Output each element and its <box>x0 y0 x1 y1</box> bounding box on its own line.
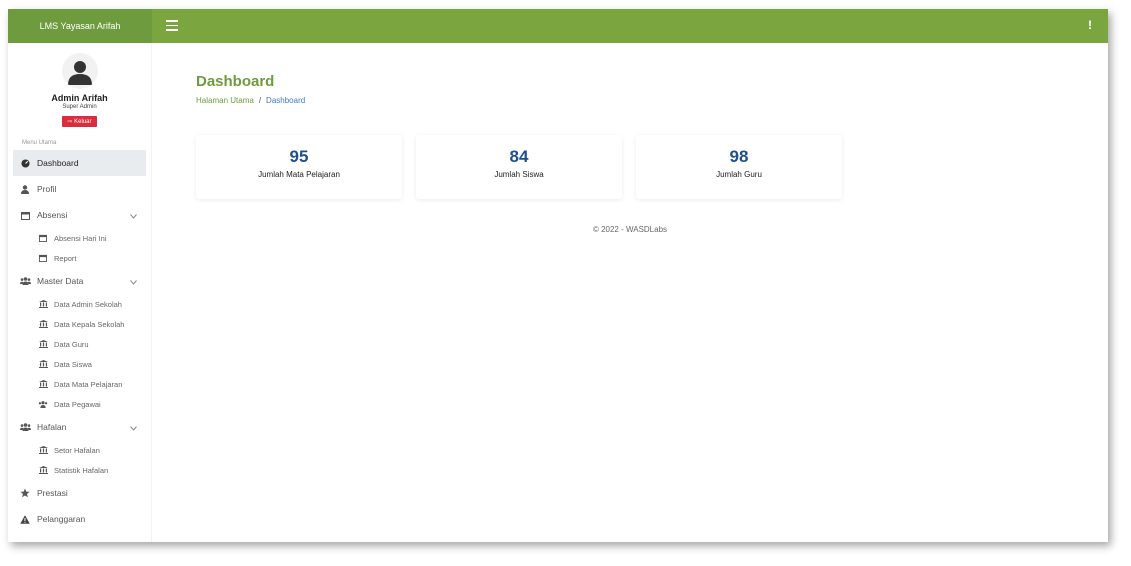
stat-card-guru: 98 Jumlah Guru <box>636 135 842 199</box>
sidebar-item-master-data[interactable]: Master Data <box>8 268 151 294</box>
institution-icon <box>38 380 48 388</box>
user-icon <box>67 61 92 85</box>
calendar-icon <box>38 234 48 242</box>
chevron-down-icon[interactable] <box>130 423 137 433</box>
sidebar-item-label: Absensi <box>37 210 68 220</box>
calendar-icon <box>38 254 48 262</box>
sidebar-subitem-data-guru[interactable]: Data Guru <box>8 334 151 354</box>
sidebar-subitem-setor-hafalan[interactable]: Setor Hafalan <box>8 440 151 460</box>
user-icon <box>19 184 31 194</box>
sidebar-item-pelanggaran[interactable]: Pelanggaran <box>8 506 151 532</box>
sidebar-subitem-label: Data Guru <box>54 339 89 349</box>
menu-header: Menu Utama <box>22 140 57 146</box>
institution-icon <box>38 446 48 454</box>
footer-copyright: © 2022 - WASDLabs <box>592 225 668 234</box>
sidebar-subitem-statistik-hafalan[interactable]: Statistik Hafalan <box>8 460 151 480</box>
stat-value: 84 <box>509 147 529 166</box>
sidebar-item-label: Hafalan <box>37 422 67 432</box>
chevron-down-icon[interactable] <box>130 277 137 287</box>
sidebar-item-label: Prestasi <box>37 488 68 498</box>
sidebar-item-hafalan[interactable]: Hafalan <box>8 414 151 440</box>
top-navbar: ! <box>152 9 1108 43</box>
brand-title[interactable]: LMS Yayasan Arifah <box>8 9 152 43</box>
sidebar-item-profil[interactable]: Profil <box>8 176 151 202</box>
sidebar-item-label: Profil <box>37 184 57 194</box>
avatar <box>61 53 98 89</box>
institution-icon <box>38 320 48 328</box>
institution-icon <box>38 466 48 474</box>
sidebar-subitem-data-mata-pelajaran[interactable]: Data Mata Pelajaran <box>8 374 151 394</box>
main-content: Dashboard Halaman Utama / Dashboard 95 J… <box>152 43 1108 542</box>
user-role: Super Admin <box>62 104 97 110</box>
sidebar-item-label: Master Data <box>37 276 84 286</box>
page-title: Dashboard <box>196 73 275 90</box>
warning-icon <box>19 514 31 524</box>
sidebar: Admin Arifah Super Admin ⇨ Keluar Menu U… <box>8 43 152 542</box>
stat-card-mata-pelajaran: 95 Jumlah Mata Pelajaran <box>196 135 402 199</box>
sidebar-subitem-report[interactable]: Report <box>8 248 151 268</box>
star-icon <box>19 488 31 498</box>
alert-icon[interactable]: ! <box>1088 18 1092 32</box>
users-icon <box>19 277 31 285</box>
sidebar-subitem-label: Report <box>54 253 77 263</box>
hamburger-menu-icon[interactable] <box>166 20 178 31</box>
app-window: LMS Yayasan Arifah ! Admin Arifah Super … <box>8 9 1108 542</box>
breadcrumb-current: Dashboard <box>266 96 306 105</box>
users-icon <box>38 400 48 408</box>
sidebar-item-label: Dashboard <box>37 158 79 168</box>
logout-label: Keluar <box>74 119 92 125</box>
breadcrumb-separator: / <box>258 96 262 105</box>
stat-value: 98 <box>729 147 749 166</box>
sidebar-subitem-label: Statistik Hafalan <box>54 465 109 475</box>
chevron-down-icon[interactable] <box>130 211 137 221</box>
sidebar-item-absensi[interactable]: Absensi <box>8 202 151 228</box>
stat-value: 95 <box>289 147 309 166</box>
sidebar-subitem-label: Data Kepala Sekolah <box>54 319 125 329</box>
sidebar-subitem-data-kepala-sekolah[interactable]: Data Kepala Sekolah <box>8 314 151 334</box>
user-panel: Admin Arifah Super Admin ⇨ Keluar <box>8 43 151 128</box>
sidebar-subitem-absensi-hari-ini[interactable]: Absensi Hari Ini <box>8 228 151 248</box>
institution-icon <box>38 360 48 368</box>
sidebar-item-dashboard[interactable]: Dashboard <box>13 150 146 176</box>
sidebar-item-label: Pelanggaran <box>37 514 86 524</box>
sidebar-item-prestasi[interactable]: Prestasi <box>8 480 151 506</box>
institution-icon <box>38 300 48 308</box>
sidebar-subitem-label: Data Admin Sekolah <box>54 299 122 309</box>
users-icon <box>19 423 31 431</box>
stat-label: Jumlah Siswa <box>494 170 544 179</box>
user-name: Admin Arifah <box>51 93 108 103</box>
logout-button[interactable]: ⇨ Keluar <box>62 116 97 127</box>
calendar-icon <box>19 211 31 220</box>
sidebar-subitem-label: Data Pegawai <box>54 399 101 409</box>
sidebar-subitem-label: Data Mata Pelajaran <box>54 379 123 389</box>
logout-icon: ⇨ <box>67 119 73 125</box>
sidebar-subitem-data-siswa[interactable]: Data Siswa <box>8 354 151 374</box>
sidebar-subitem-label: Setor Hafalan <box>54 445 100 455</box>
sidebar-subitem-data-admin-sekolah[interactable]: Data Admin Sekolah <box>8 294 151 314</box>
sidebar-subitem-data-pegawai[interactable]: Data Pegawai <box>8 394 151 414</box>
breadcrumb-home-link[interactable]: Halaman Utama <box>196 96 254 105</box>
stat-label: Jumlah Mata Pelajaran <box>258 170 340 179</box>
stat-card-siswa: 84 Jumlah Siswa <box>416 135 622 199</box>
dashboard-icon <box>19 158 31 168</box>
sidebar-subitem-label: Data Siswa <box>54 359 92 369</box>
stat-label: Jumlah Guru <box>716 170 762 179</box>
breadcrumb: Halaman Utama / Dashboard <box>196 96 305 105</box>
sidebar-subitem-label: Absensi Hari Ini <box>54 233 107 243</box>
institution-icon <box>38 340 48 348</box>
